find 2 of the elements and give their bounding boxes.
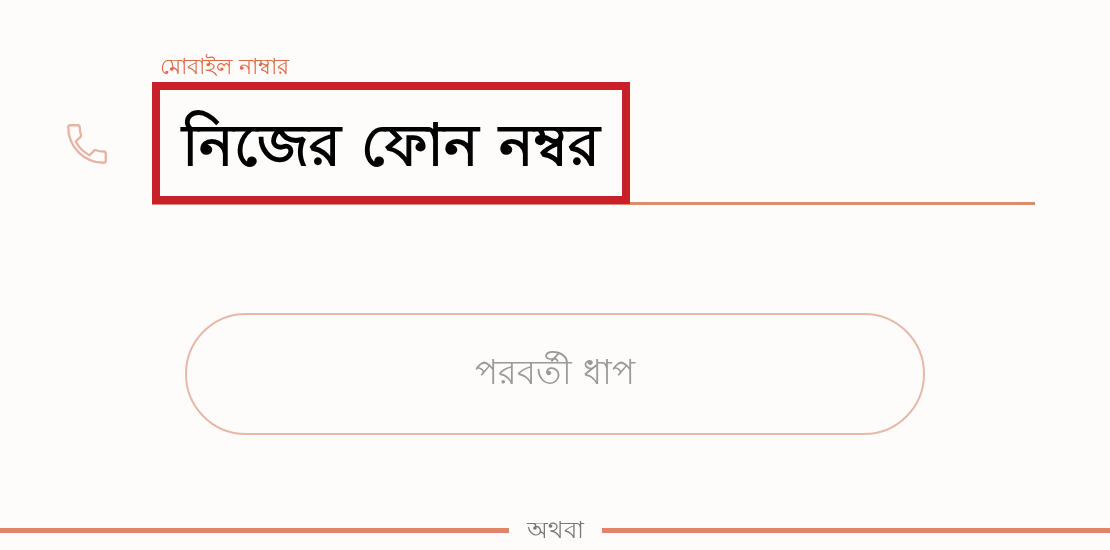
field-label: মোবাইল নাম্বার [160, 53, 291, 81]
or-text: অথবা [526, 515, 584, 545]
